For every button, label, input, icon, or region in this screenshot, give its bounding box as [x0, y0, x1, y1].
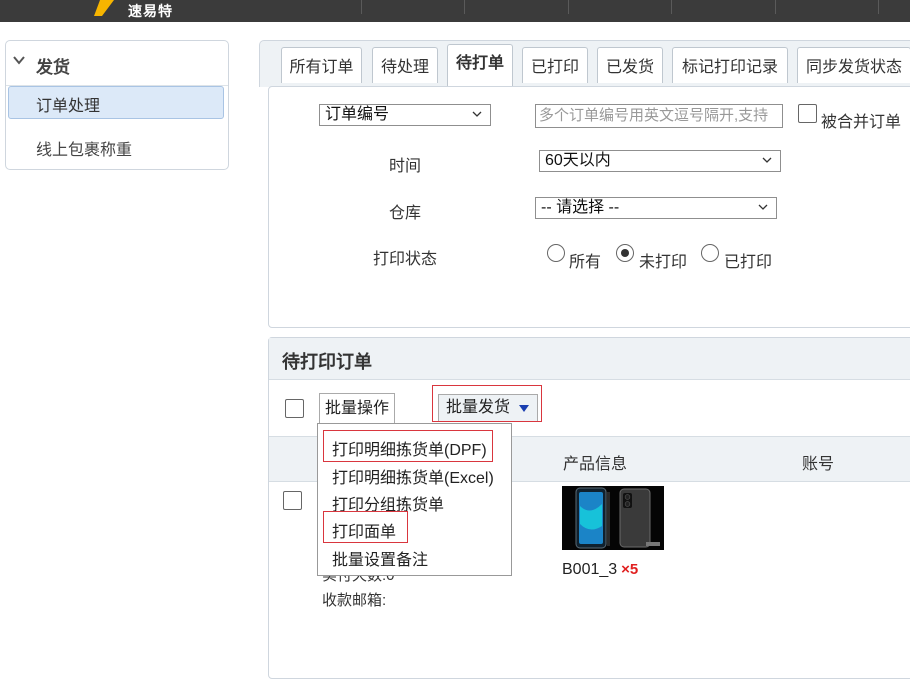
- chevron-down-icon: [762, 157, 772, 163]
- order-number-input[interactable]: 多个订单编号用英文逗号隔开,支持: [535, 104, 783, 128]
- order-row-email-label: 收款邮箱:: [322, 592, 387, 609]
- sidebar-item-label: 订单处理: [36, 98, 101, 115]
- tab-printed[interactable]: 已打印: [522, 47, 588, 83]
- chevron-down-icon: [758, 204, 768, 210]
- sidebar-item-package-weighing[interactable]: 线上包裹称重: [36, 136, 132, 160]
- print-status-label: 打印状态: [373, 251, 438, 268]
- tab-all-orders[interactable]: 所有订单: [281, 47, 362, 83]
- print-status-radio-unprinted[interactable]: [616, 244, 634, 262]
- row-checkbox[interactable]: [283, 491, 302, 510]
- sidebar-item-order-processing[interactable]: 订单处理: [8, 86, 224, 119]
- top-bar: 速易特: [0, 0, 910, 22]
- sidebar-section-header[interactable]: 发货: [6, 41, 228, 86]
- print-status-radio-printed[interactable]: [701, 244, 719, 262]
- list-title: 待打印订单: [282, 352, 372, 372]
- tab-sync-ship-status[interactable]: 同步发货状态: [797, 47, 910, 83]
- order-tabs: 所有订单 待处理 待打单 已打印 已发货 标记打印记录 同步发货状态: [259, 40, 910, 87]
- sidebar: 发货 订单处理 线上包裹称重: [5, 40, 229, 170]
- column-header-product-info: 产品信息: [563, 456, 628, 473]
- highlight-batch-ship: [432, 385, 542, 422]
- filter-panel: 订单编号 多个订单编号用英文逗号隔开,支持 被合并订单 时间 60天以内 仓库 …: [268, 86, 910, 328]
- warehouse-select[interactable]: -- 请选择 --: [535, 197, 777, 219]
- menu-item-print-pick-list-excel[interactable]: 打印明细拣货单(Excel): [332, 464, 494, 488]
- tab-shipped[interactable]: 已发货: [597, 47, 663, 83]
- tab-mark-print-records[interactable]: 标记打印记录: [672, 47, 788, 83]
- chevron-down-icon: [472, 111, 482, 117]
- product-sku: B001_3 ×5: [562, 561, 639, 578]
- highlight-print-label: [323, 511, 408, 543]
- topbar-divider: [775, 0, 776, 14]
- merged-orders-checkbox[interactable]: [798, 104, 817, 123]
- time-label: 时间: [389, 158, 422, 175]
- menu-item-batch-set-remark[interactable]: 批量设置备注: [332, 546, 428, 570]
- logo-text: 速易特: [128, 3, 173, 19]
- product-image[interactable]: [562, 486, 664, 550]
- column-header-account: 账号: [802, 456, 835, 473]
- topbar-divider: [568, 0, 569, 14]
- print-status-option-label: 所有: [569, 254, 602, 271]
- topbar-divider: [878, 0, 879, 14]
- tab-pending[interactable]: 待处理: [372, 47, 438, 83]
- select-all-checkbox[interactable]: [285, 399, 304, 418]
- print-status-option-label: 未打印: [639, 254, 688, 271]
- print-status-option-label: 已打印: [724, 254, 773, 271]
- sidebar-section-title: 发货: [36, 58, 70, 77]
- topbar-divider: [464, 0, 465, 14]
- topbar-divider: [671, 0, 672, 14]
- list-header: 待打印订单: [269, 338, 910, 380]
- chevron-down-icon: [13, 56, 25, 65]
- warehouse-label: 仓库: [389, 205, 422, 222]
- tab-to-print[interactable]: 待打单: [447, 44, 513, 86]
- search-field-select[interactable]: 订单编号: [319, 104, 491, 126]
- merged-orders-label: 被合并订单: [821, 114, 902, 131]
- phone-image: [562, 486, 664, 550]
- topbar-divider: [361, 0, 362, 14]
- time-select[interactable]: 60天以内: [539, 150, 781, 172]
- highlight-print-pick-list-dpf: [323, 430, 493, 462]
- print-status-radio-all[interactable]: [547, 244, 565, 262]
- batch-operation-button[interactable]: 批量操作: [319, 393, 395, 423]
- product-quantity: ×5: [621, 561, 639, 578]
- logo-icon: [94, 0, 114, 16]
